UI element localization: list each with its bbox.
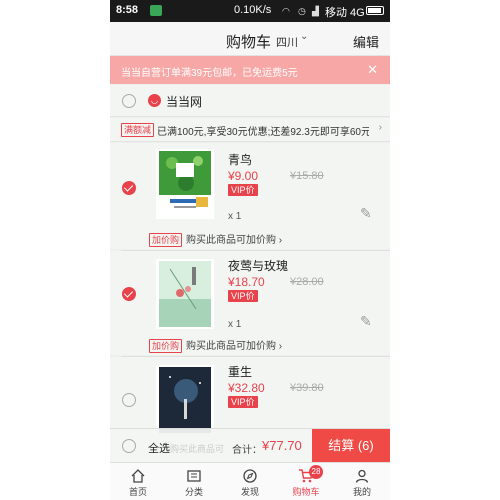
dangdang-logo-icon: ◡ [148,94,161,107]
item-original-price: ¥39.80 [290,382,324,394]
tab-mine[interactable]: 我的 [334,463,390,500]
alarm-icon: ◷ [298,6,306,16]
edit-button[interactable]: 编辑 [353,32,379,51]
addon-row[interactable]: 加价购 购买此商品可加价购 › [149,337,282,353]
close-icon[interactable]: ✕ [367,62,378,78]
cart-item-chongsheng: 重生 ¥32.80 ¥39.80 VIP价 [110,357,390,435]
cart-item-yeying: 夜莺与玫瑰 ¥18.70 ¥28.00 VIP价 x 1 ✎ 加价购 购买此商品可… [110,251,390,355]
tab-discover[interactable]: 发现 [222,463,278,500]
tab-home[interactable]: 首页 [110,463,166,500]
user-icon [355,469,369,483]
addon-text: 购买此商品可加价购 [186,235,277,246]
notification-icon [150,5,162,16]
item-quantity: x 1 [228,211,242,222]
item-quantity: x 1 [228,319,242,330]
cart-item-qingniao: 青鸟 ¥9.00 ¥15.80 VIP价 x 1 ✎ 加价购 购买此商品可加价购 … [110,143,390,249]
total-label: 合计： [232,445,262,456]
vip-badge: VIP价 [228,290,258,302]
item-price: ¥9.00 [228,169,259,183]
book-cover-image[interactable] [156,259,214,329]
item-original-price: ¥15.80 [290,170,324,182]
home-icon [131,469,145,483]
checkout-bar: 全选 购买此商品可 合计： ¥77.70 结算 (6) [110,428,390,463]
compass-icon [243,469,257,483]
item-price: ¥32.80 [228,381,265,395]
shop-header: ◡ 当当网 [110,85,390,117]
checkout-button[interactable]: 结算 (6) [312,429,390,463]
tab-bar: 首页 分类 发现 购物车 28 我的 [110,462,390,500]
item-checkbox[interactable] [122,393,136,407]
item-checkbox[interactable] [122,181,136,195]
promo-banner: 当当自营订单满39元包邮，已免运费5元 ✕ [110,56,390,84]
chevron-right-icon: › [378,122,382,133]
tab-label: 发现 [240,487,259,497]
discount-row[interactable]: 满额减 已满100元,享受30元优惠;还差92.3元即可享60元优惠,去 › [110,118,390,142]
item-title[interactable]: 青鸟 [228,151,252,168]
tab-label: 我的 [352,487,371,497]
tab-cart[interactable]: 购物车 28 [278,463,334,500]
net-speed: 0.10K/s [234,4,272,16]
edit-icon[interactable]: ✎ [360,313,372,330]
total-amount: ¥77.70 [262,438,302,453]
item-title[interactable]: 重生 [228,363,252,380]
addon-tag: 加价购 [149,339,183,353]
vip-badge: VIP价 [228,396,258,408]
wifi-icon: ◠ [282,6,290,16]
status-bar: 8:58 0.10K/s ◠ ◷ ▟ 移动 4G [110,0,390,22]
tab-label: 分类 [184,487,203,497]
select-all-checkbox[interactable] [122,439,136,453]
cart-count-badge: 28 [309,465,323,479]
edit-icon[interactable]: ✎ [360,205,372,222]
book-cover-image[interactable] [156,149,214,219]
behind-text: 购买此商品可 [170,444,225,454]
discount-text: 已满100元,享受30元优惠;还差92.3元即可享60元优惠,去 [157,127,369,138]
signal-icon: ▟ [312,6,319,16]
right-margin [390,0,500,500]
item-original-price: ¥28.00 [290,276,324,288]
phone-screen: 8:58 0.10K/s ◠ ◷ ▟ 移动 4G 购物车 四川 ⌄ 编辑 当当自… [110,0,390,500]
title-bar: 购物车 四川 ⌄ 编辑 [110,22,390,56]
status-time: 8:58 [116,4,139,16]
tab-label: 首页 [128,487,147,497]
page-title: 购物车 [226,34,272,51]
addon-row[interactable]: 加价购 购买此商品可加价购 › [149,231,282,247]
left-margin [0,0,110,500]
item-title[interactable]: 夜莺与玫瑰 [228,257,288,274]
vip-badge: VIP价 [228,184,258,196]
region-selector[interactable]: 四川 [276,34,298,50]
item-price: ¥18.70 [228,275,265,289]
carrier-label: 移动 4G [325,7,365,19]
addon-text: 购买此商品可加价购 [186,341,277,352]
battery-icon [366,6,384,15]
item-checkbox[interactable] [122,287,136,301]
shop-name[interactable]: 当当网 [166,93,202,110]
tab-category[interactable]: 分类 [166,463,222,500]
tab-label: 购物车 [292,487,320,497]
category-icon [187,470,201,482]
select-all-label[interactable]: 全选 [148,440,170,456]
discount-tag: 满额减 [121,123,155,137]
promo-text: 当当自营订单满39元包邮，已免运费5元 [121,68,298,79]
addon-tag: 加价购 [149,233,183,247]
chevron-down-icon[interactable]: ⌄ [300,31,308,42]
shop-checkbox[interactable] [122,94,136,108]
book-cover-image[interactable] [156,365,214,435]
